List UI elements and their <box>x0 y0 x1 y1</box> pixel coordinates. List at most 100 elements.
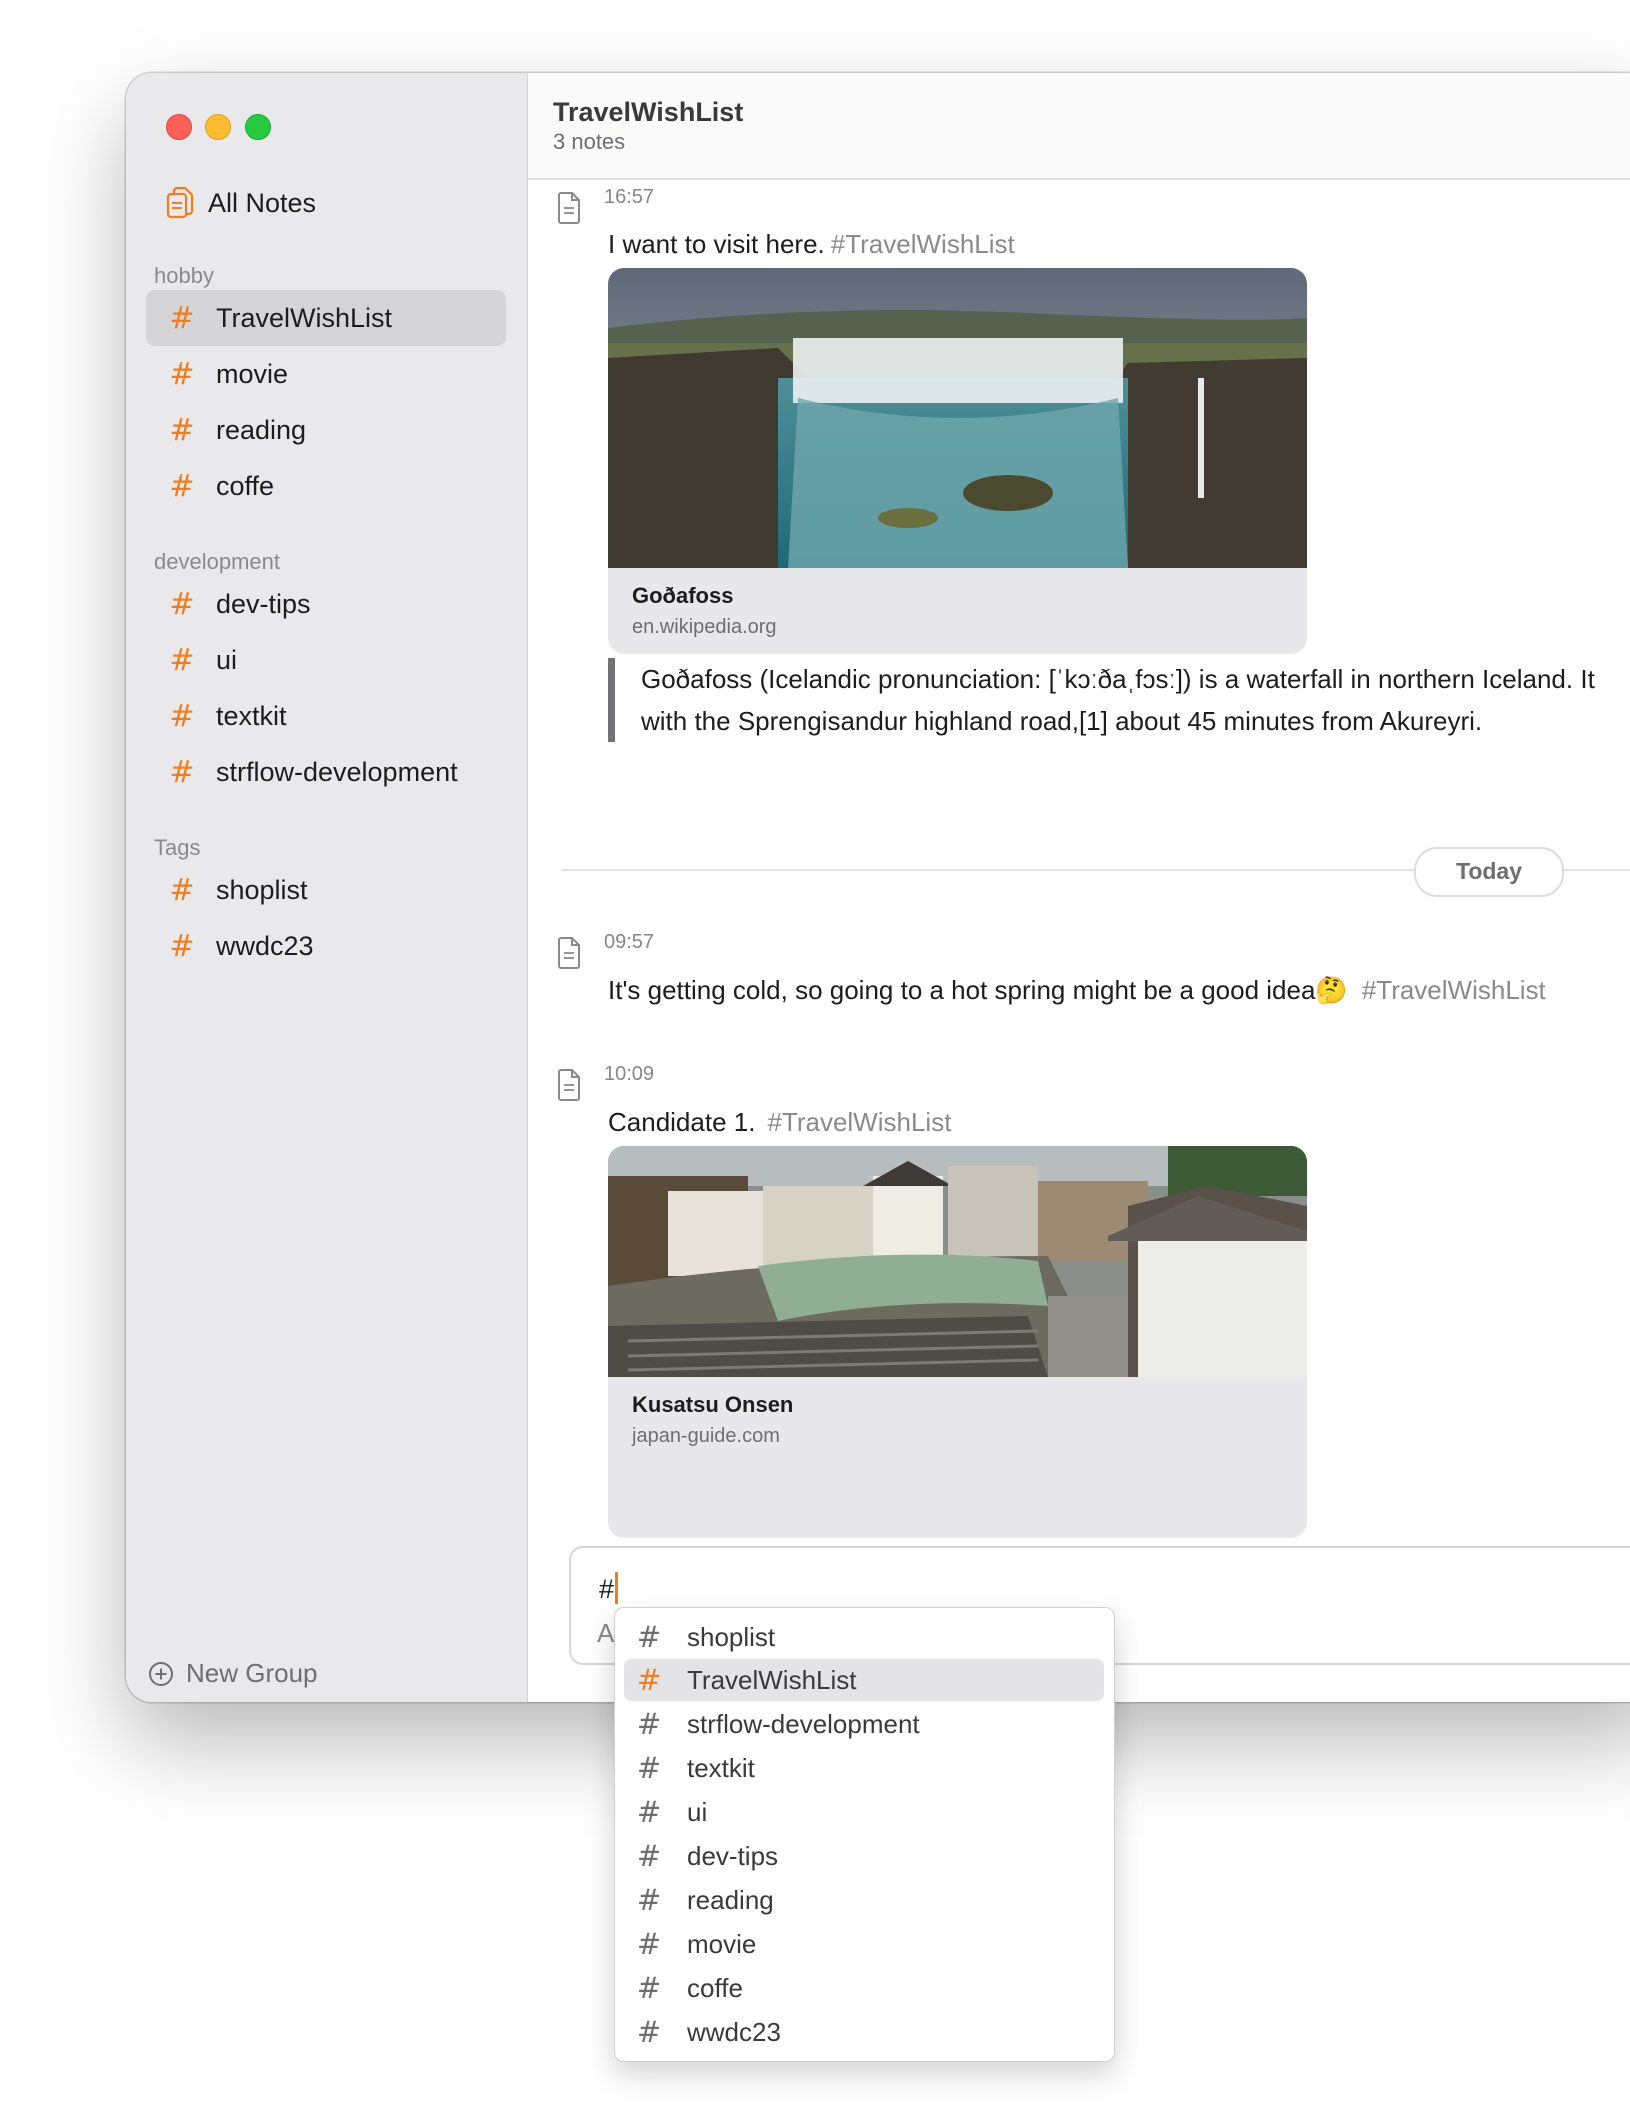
note-document-icon <box>558 1069 580 1101</box>
sidebar-item-label: strflow-development <box>216 756 458 787</box>
quote-line: with the Sprengisandur highland road,[1]… <box>641 706 1483 736</box>
sidebar-item-ui[interactable]: # ui <box>146 632 506 688</box>
note-document-icon <box>558 937 580 969</box>
menu-item-wwdc23[interactable]: # wwdc23 <box>624 2011 1104 2053</box>
sidebar-item-label: coffe <box>216 470 275 501</box>
list-header: TravelWishList 3 notes <box>528 73 1630 180</box>
hash-icon: # <box>169 468 195 504</box>
hash-icon: # <box>169 356 195 392</box>
note-tag[interactable]: #TravelWishList <box>767 1107 951 1137</box>
menu-item-strflow-development[interactable]: # strflow-development <box>624 1703 1104 1745</box>
hash-icon: # <box>169 754 195 790</box>
menu-item-travelwishlist[interactable]: # TravelWishList <box>624 1659 1104 1701</box>
link-domain: en.wikipedia.org <box>632 616 777 638</box>
menu-item-reading[interactable]: # reading <box>624 1879 1104 1921</box>
group-label-tags: Tags <box>154 835 201 860</box>
sidebar-item-label: wwdc23 <box>216 930 314 961</box>
minimize-window-button[interactable] <box>205 114 231 140</box>
page-title: TravelWishList <box>553 97 744 127</box>
note-text: Candidate 1. <box>608 1107 756 1137</box>
new-group-label: New Group <box>186 1658 318 1688</box>
note-timestamp: 16:57 <box>604 186 655 208</box>
hash-icon: # <box>636 1883 662 1917</box>
quote-line: Goðafoss (Icelandic pronunciation: [ˈkɔː… <box>641 664 1595 694</box>
menu-item-label: textkit <box>687 1752 755 1783</box>
sidebar-item-label: ui <box>216 644 238 675</box>
note-text: It's getting cold, so going to a hot spr… <box>608 975 1348 1005</box>
sidebar-item-label: textkit <box>216 700 287 731</box>
note-timestamp: 09:57 <box>604 931 655 953</box>
sidebar-item-movie[interactable]: # movie <box>146 346 506 402</box>
waterfall-photo <box>608 268 1307 568</box>
quote-block: Goðafoss (Icelandic pronunciation: [ˈkɔː… <box>608 658 1630 742</box>
hash-icon: # <box>636 1707 662 1741</box>
note-count: 3 notes <box>553 129 626 154</box>
menu-item-label: TravelWishList <box>687 1664 857 1695</box>
hash-icon: # <box>636 2015 662 2049</box>
app-window: All Notes hobby # TravelWishList # movie… <box>126 73 1630 1702</box>
zoom-window-button[interactable] <box>245 114 271 140</box>
note-tag[interactable]: #TravelWishList <box>1362 975 1546 1005</box>
sidebar-item-wwdc23[interactable]: # wwdc23 <box>146 918 506 974</box>
close-window-button[interactable] <box>166 114 192 140</box>
hash-icon: # <box>636 1971 662 2005</box>
menu-item-movie[interactable]: # movie <box>624 1923 1104 1965</box>
hash-icon: # <box>169 698 195 734</box>
link-preview-card[interactable]: Kusatsu Onsen japan-guide.com <box>608 1146 1307 1538</box>
day-separator-badge: Today <box>1414 847 1564 897</box>
hash-icon: # <box>636 1795 662 1829</box>
hash-icon: # <box>169 412 195 448</box>
composer-placeholder: A <box>597 1618 615 1648</box>
sidebar-item-label: movie <box>216 358 289 389</box>
menu-item-label: ui <box>687 1796 708 1827</box>
menu-item-label: dev-tips <box>687 1840 779 1871</box>
sidebar-item-all-notes[interactable]: All Notes <box>166 186 316 220</box>
note-body[interactable]: I want to visit here. #TravelWishList <box>608 229 1015 260</box>
hash-icon: # <box>169 642 195 678</box>
sidebar: All Notes hobby # TravelWishList # movie… <box>126 73 528 1702</box>
new-group-button[interactable]: New Group <box>148 1658 318 1689</box>
menu-item-label: strflow-development <box>687 1708 920 1739</box>
group-label-development: development <box>154 549 280 574</box>
menu-item-label: coffe <box>687 1972 743 2003</box>
note-document-icon <box>558 192 580 224</box>
note-body[interactable]: It's getting cold, so going to a hot spr… <box>608 975 1546 1006</box>
sidebar-item-travelwishlist[interactable]: # TravelWishList <box>146 290 506 346</box>
composer-typed-text: # <box>599 1574 615 1604</box>
plus-circle-icon <box>149 1661 173 1686</box>
hash-icon: # <box>636 1663 662 1697</box>
menu-item-label: wwdc23 <box>687 2016 781 2047</box>
hash-icon: # <box>636 1927 662 1961</box>
link-title: Goðafoss <box>632 583 734 608</box>
sidebar-item-reading[interactable]: # reading <box>146 402 506 458</box>
sidebar-item-shoplist[interactable]: # shoplist <box>146 862 506 918</box>
tag-autocomplete-menu: # shoplist # TravelWishList # strflow-de… <box>614 1607 1115 2062</box>
sidebar-item-textkit[interactable]: # textkit <box>146 688 506 744</box>
hash-icon: # <box>636 1839 662 1873</box>
menu-item-textkit[interactable]: # textkit <box>624 1747 1104 1789</box>
composer-input[interactable]: # <box>599 1572 619 1605</box>
link-preview-card[interactable]: Goðafoss en.wikipedia.org <box>608 268 1307 654</box>
note-list-pane: TravelWishList 3 notes 16:57 I want to v… <box>528 73 1630 1702</box>
menu-item-label: shoplist <box>687 1621 776 1652</box>
all-notes-label: All Notes <box>208 187 317 218</box>
note-timestamp: 10:09 <box>604 1063 655 1085</box>
onsen-photo <box>608 1146 1307 1377</box>
note-body[interactable]: Candidate 1. #TravelWishList <box>608 1107 951 1138</box>
sidebar-item-coffe[interactable]: # coffe <box>146 458 506 514</box>
hash-icon: # <box>169 872 195 908</box>
note-tag[interactable]: #TravelWishList <box>831 229 1015 259</box>
menu-item-label: movie <box>687 1928 757 1959</box>
sidebar-item-dev-tips[interactable]: # dev-tips <box>146 576 506 632</box>
sidebar-item-strflow-development[interactable]: # strflow-development <box>146 744 506 800</box>
menu-item-dev-tips[interactable]: # dev-tips <box>624 1835 1104 1877</box>
menu-item-label: reading <box>687 1884 774 1915</box>
text-caret <box>615 1572 619 1604</box>
documents-icon <box>166 186 194 219</box>
group-label-hobby: hobby <box>154 263 214 288</box>
menu-item-ui[interactable]: # ui <box>624 1791 1104 1833</box>
menu-item-shoplist[interactable]: # shoplist <box>624 1616 1104 1658</box>
hash-icon: # <box>169 300 195 336</box>
sidebar-item-label: TravelWishList <box>216 302 393 333</box>
menu-item-coffe[interactable]: # coffe <box>624 1967 1104 2009</box>
